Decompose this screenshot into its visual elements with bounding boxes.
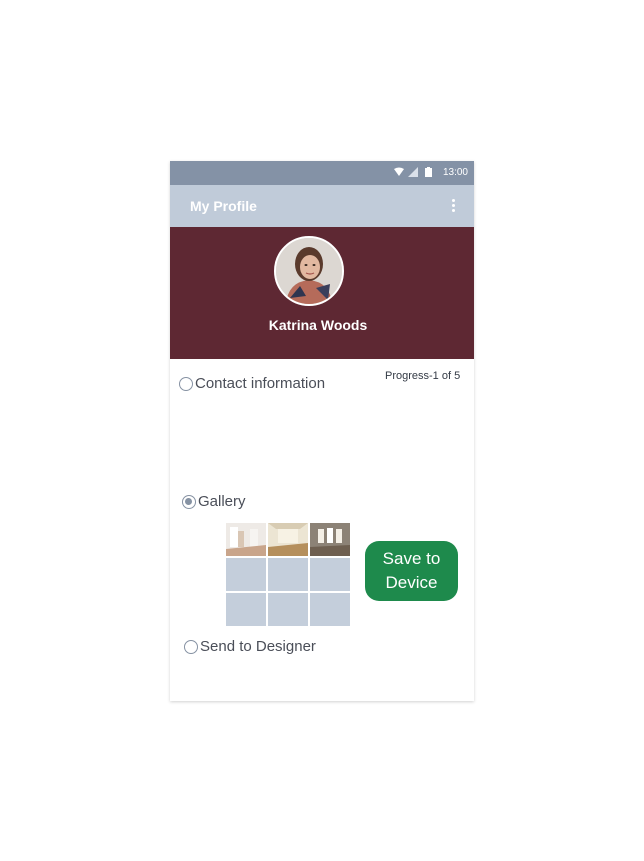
step-label: Send to Designer <box>200 638 316 655</box>
gallery-thumbnail[interactable] <box>226 523 266 556</box>
gallery-empty-slot[interactable] <box>310 558 350 591</box>
profile-name: Katrina Woods <box>268 317 368 333</box>
gallery-thumbnail[interactable] <box>310 523 350 556</box>
gallery-empty-slot[interactable] <box>226 558 266 591</box>
radio-button-checked[interactable] <box>182 494 196 509</box>
gallery-empty-slot[interactable] <box>268 558 308 591</box>
gallery-empty-slot[interactable] <box>226 593 266 626</box>
status-bar: 13:00 <box>170 161 474 185</box>
battery-icon <box>425 167 432 177</box>
gallery-thumbnail[interactable] <box>268 523 308 556</box>
signal-icon <box>408 167 418 177</box>
status-time: 13:00 <box>442 167 468 178</box>
step-label: Contact information <box>195 375 326 392</box>
gallery-empty-slot[interactable] <box>268 593 308 626</box>
wifi-icon <box>394 167 404 176</box>
radio-button[interactable] <box>184 639 198 654</box>
profile-header: Katrina Woods <box>170 227 474 359</box>
step-label: Gallery <box>198 493 246 510</box>
avatar-photo <box>276 238 342 304</box>
step-gallery[interactable]: Gallery <box>182 493 246 510</box>
save-to-device-button[interactable]: Save to Device <box>365 541 458 601</box>
avatar[interactable] <box>274 236 344 306</box>
step-contact-information[interactable]: Contact information <box>179 375 325 392</box>
step-send-to-designer[interactable]: Send to Designer <box>184 638 316 655</box>
app-bar: My Profile <box>170 185 474 227</box>
gallery-grid <box>226 523 352 629</box>
radio-button[interactable] <box>179 376 193 391</box>
progress-indicator: Progress-1 of 5 <box>385 370 461 382</box>
gallery-empty-slot[interactable] <box>310 593 350 626</box>
phone-screen: 13:00 My Profile Katrina Woods Progress-… <box>170 161 474 701</box>
more-vertical-icon[interactable] <box>452 199 456 213</box>
page-title: My Profile <box>190 198 257 214</box>
